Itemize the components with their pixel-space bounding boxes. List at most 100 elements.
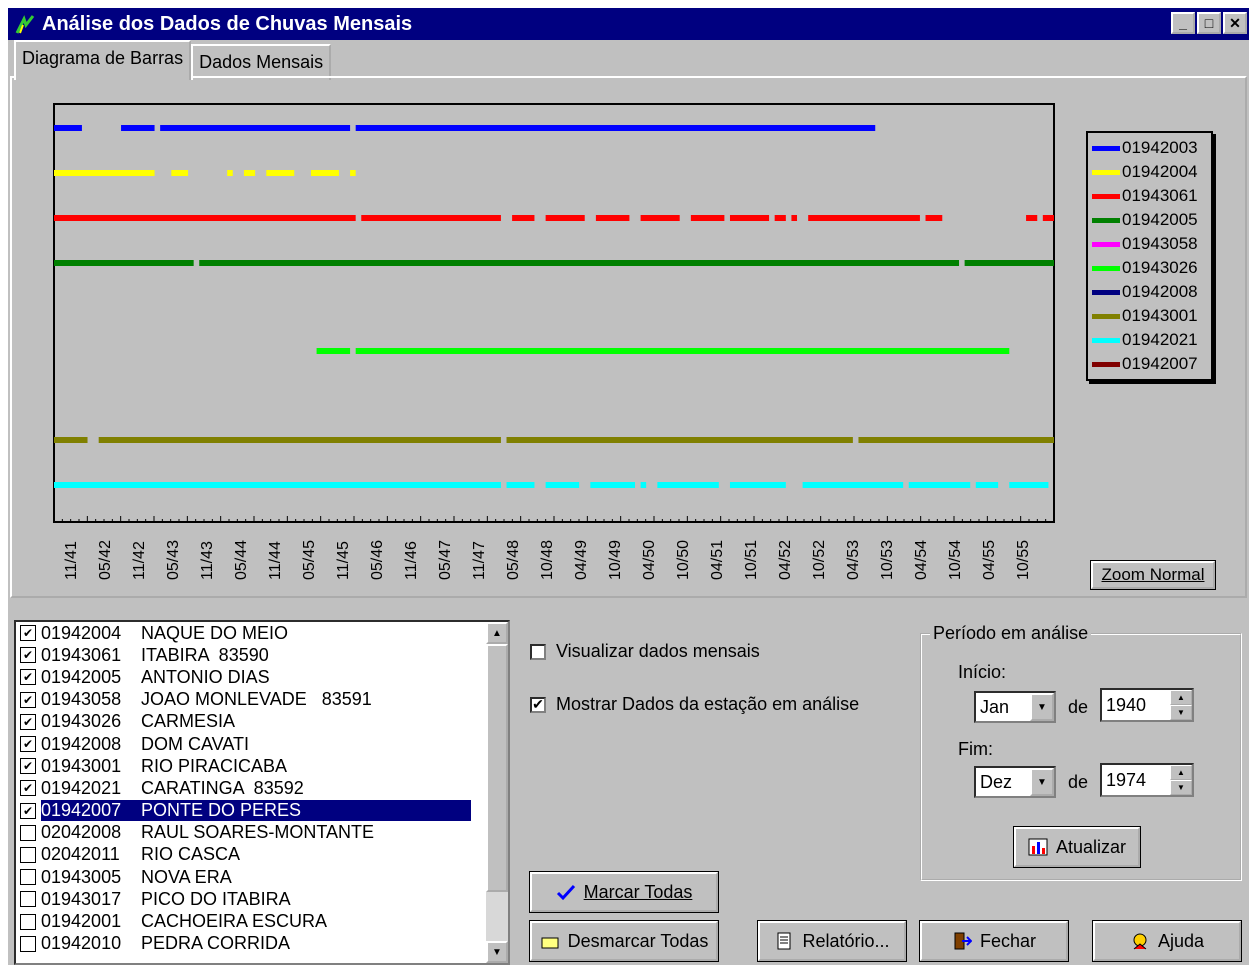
x-tick-label: 04/53 — [845, 539, 862, 580]
x-tick-label: 10/49 — [607, 539, 624, 580]
station-checkbox[interactable] — [20, 869, 36, 886]
spin-up-icon[interactable]: ▲ — [1170, 765, 1192, 780]
list-scrollbar[interactable]: ▲ ▼ — [486, 622, 508, 963]
ajuda-button[interactable]: Ajuda — [1092, 920, 1242, 962]
atualizar-button[interactable]: Atualizar — [1013, 826, 1141, 868]
list-item[interactable]: 01943005 NOVA ERA — [16, 866, 508, 888]
x-axis-labels: 11/41 05/42 11/42 05/43 11/43 05/44 11/44 05/45… — [53, 526, 1055, 586]
bar-segment-01943061 — [361, 215, 501, 221]
legend-swatch — [1092, 241, 1120, 247]
legend-swatch — [1092, 337, 1120, 343]
station-list[interactable]: ✔ 01942004 NAQUE DO MEIO ✔ 01943061 ITABIRA 8… — [14, 620, 510, 965]
station-checkbox[interactable]: ✔ — [20, 780, 36, 797]
tab-dados-mensais[interactable]: Dados Mensais — [191, 44, 332, 80]
station-checkbox[interactable] — [20, 824, 36, 841]
inicio-year-spinner[interactable]: 1940 ▲ ▼ — [1100, 688, 1194, 722]
station-name: PICO DO ITABIRA — [141, 888, 291, 909]
station-checkbox[interactable] — [20, 935, 36, 952]
tab-diagrama-de-barras[interactable]: Diagrama de Barras — [14, 40, 192, 80]
list-item[interactable]: ✔ 01942021 CARATINGA 83592 — [16, 777, 508, 799]
fechar-button[interactable]: Fechar — [919, 920, 1069, 962]
mostrar-checkbox-box[interactable]: ✔ — [530, 696, 546, 713]
fim-month-select[interactable]: Dez ▼ — [974, 766, 1056, 798]
legend-swatch — [1092, 265, 1120, 271]
station-checkbox[interactable]: ✔ — [20, 736, 36, 753]
bar-segment-01943061 — [729, 215, 770, 221]
bar-segment-01942004 — [54, 170, 155, 176]
desmarcar-todas-button[interactable]: Desmarcar Todas — [529, 920, 719, 962]
bar-segment-01943061 — [1026, 215, 1038, 221]
x-tick-label: 11/43 — [199, 541, 216, 580]
list-item[interactable]: ✔ 01943058 JOAO MONLEVADE 83591 — [16, 689, 508, 711]
zoom-normal-button[interactable]: Zoom Normal — [1090, 560, 1216, 590]
bar-segment-01942021 — [590, 482, 636, 488]
spin-down-icon[interactable]: ▼ — [1170, 705, 1192, 720]
station-checkbox[interactable]: ✔ — [20, 713, 36, 730]
x-tick-label: 11/44 — [267, 541, 284, 580]
list-item[interactable]: ✔ 01942004 NAQUE DO MEIO — [16, 622, 508, 644]
scroll-down-icon[interactable]: ▼ — [486, 941, 508, 963]
spin-up-icon[interactable]: ▲ — [1170, 690, 1192, 705]
mostrar-checkbox[interactable]: ✔ Mostrar Dados da estação em análise — [530, 694, 859, 715]
spin-down-icon[interactable]: ▼ — [1170, 780, 1192, 795]
visualizar-label: Visualizar dados mensais — [556, 641, 760, 661]
minimize-button[interactable]: _ — [1171, 12, 1195, 34]
relatorio-button[interactable]: Relatório... — [757, 920, 907, 962]
station-checkbox[interactable]: ✔ — [20, 669, 36, 686]
station-checkbox[interactable] — [20, 891, 36, 908]
visualizar-checkbox[interactable]: Visualizar dados mensais — [530, 641, 760, 662]
station-checkbox[interactable]: ✔ — [20, 625, 36, 642]
station-checkbox[interactable]: ✔ — [20, 691, 36, 708]
station-checkbox[interactable] — [20, 913, 36, 930]
list-item[interactable]: 01943017 PICO DO ITABIRA — [16, 888, 508, 910]
visualizar-checkbox-box[interactable] — [530, 643, 546, 660]
scroll-thumb[interactable] — [486, 644, 508, 892]
list-item[interactable]: 02042011 RIO CASCA — [16, 844, 508, 866]
station-name: RAUL SOARES-MONTANTE — [141, 822, 375, 843]
station-name: RIO PIRACICABA — [141, 755, 288, 776]
x-tick-label: 04/51 — [709, 539, 726, 580]
fim-label: Fim: — [958, 739, 993, 759]
bar-segment-01943001 — [506, 437, 853, 443]
bar-segment-01942021 — [640, 482, 647, 488]
bar-segment-01942021 — [54, 482, 501, 488]
list-item[interactable]: 01942010 PEDRA CORRIDA — [16, 933, 508, 955]
station-checkbox[interactable] — [20, 846, 36, 863]
maximize-button[interactable]: □ — [1197, 12, 1221, 34]
station-code: 01943001 — [41, 755, 122, 776]
close-button[interactable]: ✕ — [1223, 12, 1247, 34]
bar-segment-01943061 — [690, 215, 725, 221]
station-checkbox[interactable]: ✔ — [20, 802, 36, 819]
scroll-up-icon[interactable]: ▲ — [486, 622, 508, 644]
list-item[interactable]: ✔ 01943026 CARMESIA — [16, 711, 508, 733]
station-code: 01942005 — [41, 666, 122, 687]
bar-segment-01943001 — [98, 437, 501, 443]
list-item[interactable]: ✔ 01942008 DOM CAVATI — [16, 733, 508, 755]
inicio-month-value: Jan — [980, 696, 1010, 717]
bar-segment-01942005 — [199, 260, 960, 266]
inicio-label: Início: — [958, 662, 1007, 682]
inicio-month-select[interactable]: Jan ▼ — [974, 691, 1056, 723]
chart-icon — [1028, 838, 1048, 856]
list-item[interactable]: ✔ 01942007 PONTE DO PERES — [16, 800, 508, 822]
chevron-down-icon[interactable]: ▼ — [1030, 693, 1054, 721]
list-item[interactable]: 01942001 CACHOEIRA ESCURA — [16, 910, 508, 932]
station-name: ANTONIO DIAS — [141, 666, 270, 687]
chevron-down-icon[interactable]: ▼ — [1030, 768, 1054, 796]
list-item[interactable]: ✔ 01943001 RIO PIRACICABA — [16, 755, 508, 777]
legend-item: 01942005 — [1088, 208, 1211, 232]
list-item[interactable]: ✔ 01943061 ITABIRA 83590 — [16, 644, 508, 666]
window-title: Análise dos Dados de Chuvas Mensais — [42, 12, 413, 35]
station-name: NOVA ERA — [141, 866, 232, 887]
x-tick-label: 05/43 — [165, 539, 182, 580]
x-tick-label: 05/44 — [233, 539, 250, 580]
list-item[interactable]: ✔ 01942005 ANTONIO DIAS — [16, 666, 508, 688]
legend-item: 01943061 — [1088, 184, 1211, 208]
station-checkbox[interactable]: ✔ — [20, 647, 36, 664]
title-bar[interactable]: Análise dos Dados de Chuvas Mensais _ □ … — [8, 8, 1249, 40]
list-item[interactable]: 02042008 RAUL SOARES-MONTANTE — [16, 822, 508, 844]
station-code: 01943058 — [41, 689, 122, 710]
marcar-todas-button[interactable]: Marcar Todas — [529, 871, 719, 913]
station-checkbox[interactable]: ✔ — [20, 758, 36, 775]
fim-year-spinner[interactable]: 1974 ▲ ▼ — [1100, 763, 1194, 797]
